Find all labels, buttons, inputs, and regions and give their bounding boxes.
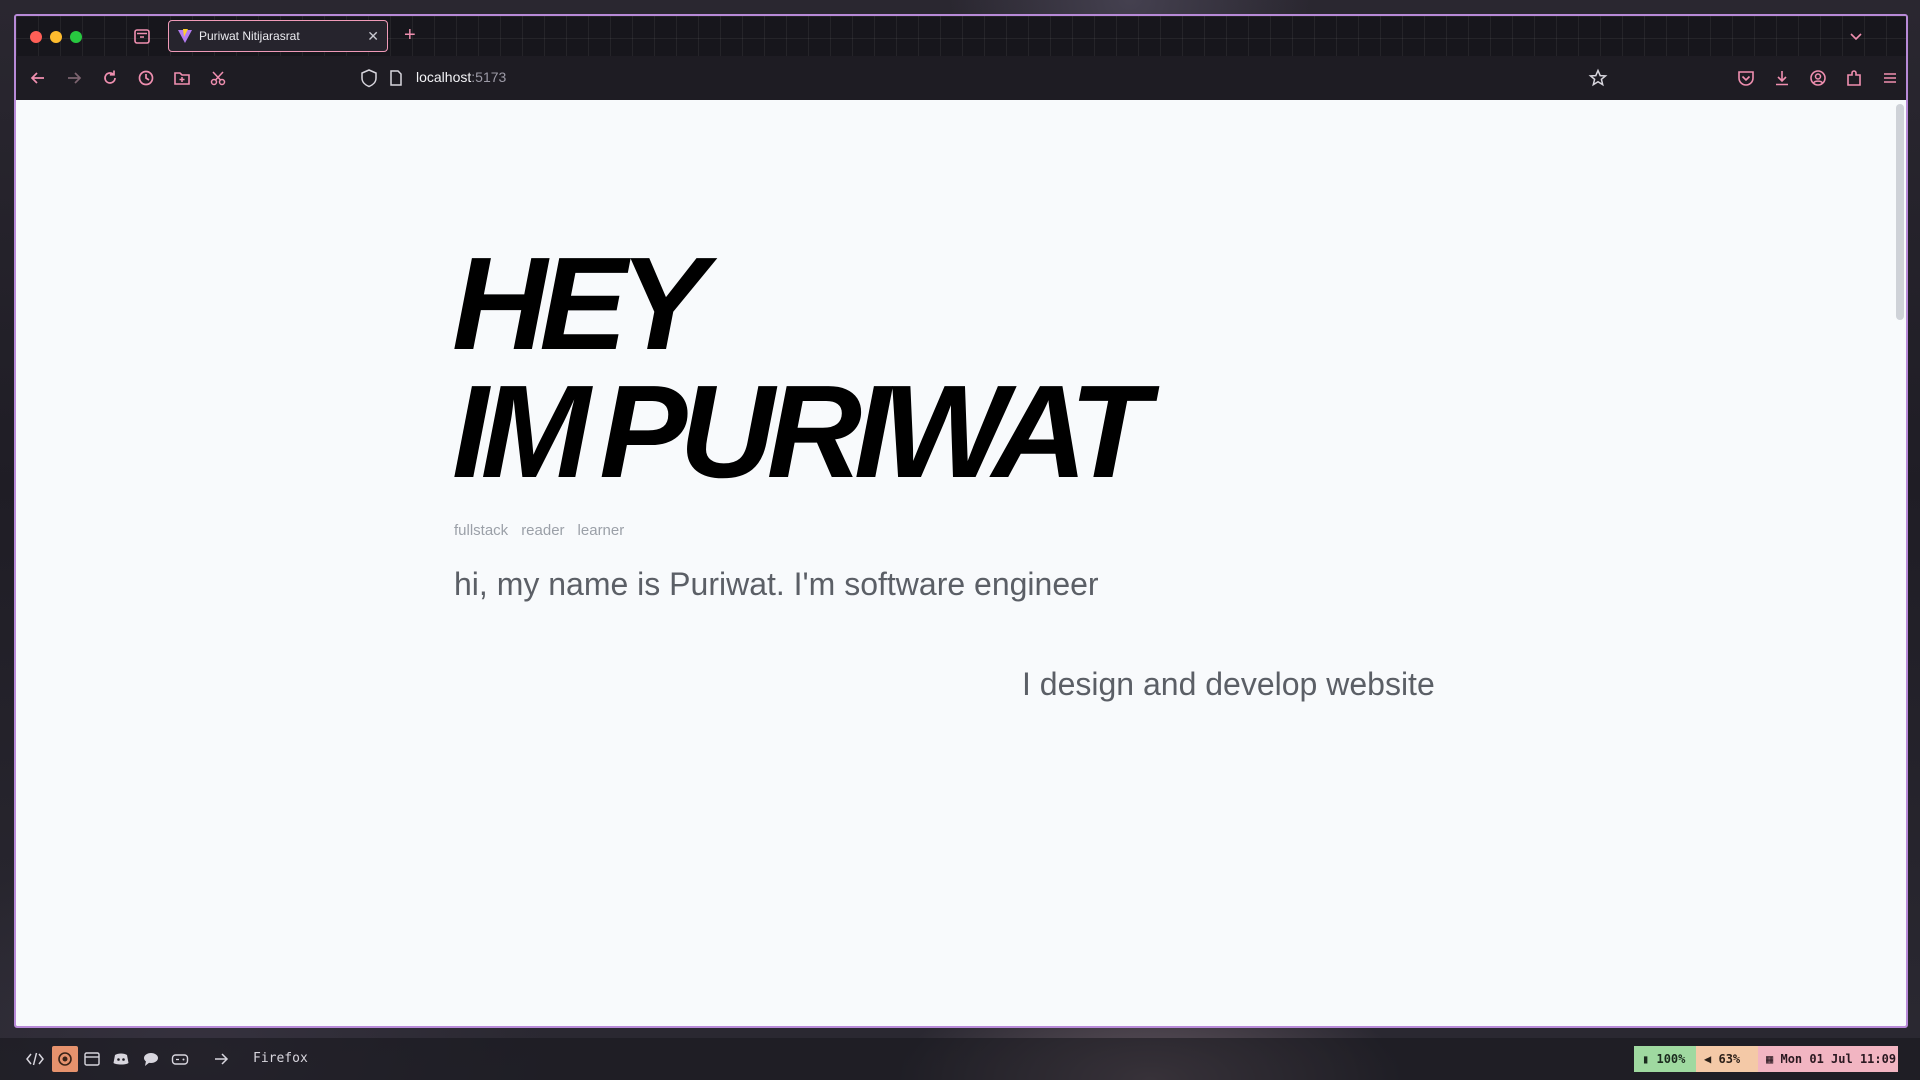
calendar-icon[interactable] — [83, 1051, 101, 1067]
battery-status: ▮ 100% — [1634, 1046, 1696, 1072]
arrow-right-icon — [212, 1051, 230, 1067]
extensions-icon[interactable] — [1844, 68, 1864, 88]
tag-learner: learner — [577, 522, 625, 539]
code-icon[interactable] — [26, 1051, 44, 1067]
new-tab-button[interactable]: + — [404, 24, 416, 46]
download-icon[interactable] — [1772, 68, 1792, 88]
page-content: HEY IM PURIWAT fullstack reader learner hi… — [16, 100, 1906, 1026]
url-bar[interactable]: localhost:5173 — [416, 69, 506, 85]
tab-manager-icon[interactable] — [132, 26, 152, 46]
discord-icon[interactable] — [112, 1051, 130, 1067]
pocket-icon[interactable] — [1736, 68, 1756, 88]
battery-icon: ▮ — [1642, 1052, 1650, 1066]
maximize-window-button[interactable] — [70, 31, 82, 43]
reload-icon[interactable] — [100, 68, 120, 88]
forward-icon[interactable] — [64, 68, 84, 88]
back-icon[interactable] — [28, 68, 48, 88]
taskbar: Firefox ▮ 100% ◀ 63% ▦ Mon 01 Jul 11:09 — [0, 1038, 1920, 1080]
volume-status[interactable]: ◀ 63% — [1696, 1046, 1758, 1072]
scrollbar[interactable] — [1896, 104, 1904, 320]
navigation-toolbar: localhost:5173 — [16, 56, 1906, 100]
volume-value: 63% — [1718, 1052, 1741, 1066]
intro-text: hi, my name is Puriwat. I'm software eng… — [454, 566, 1099, 602]
url-port: :5173 — [471, 69, 507, 85]
menu-icon[interactable] — [1880, 68, 1900, 88]
screenshot-icon[interactable] — [208, 68, 228, 88]
clock-status[interactable]: ▦ Mon 01 Jul 11:09 — [1758, 1046, 1898, 1072]
hero-line-hey: HEY — [452, 230, 707, 377]
folder-icon[interactable] — [172, 68, 192, 88]
tab-active[interactable]: Puriwat Nitijarasrat ✕ — [168, 20, 388, 52]
calendar-small-icon: ▦ — [1766, 1052, 1774, 1066]
tag-reader: reader — [521, 522, 565, 539]
active-app-name: Firefox — [253, 1051, 308, 1066]
minimize-window-button[interactable] — [50, 31, 62, 43]
tab-title: Puriwat Nitijarasrat — [199, 29, 300, 43]
chat-icon[interactable] — [142, 1051, 160, 1067]
tab-bar: Puriwat Nitijarasrat ✕ + — [16, 16, 1906, 56]
vite-logo-icon — [177, 28, 193, 44]
url-host: localhost — [416, 69, 472, 85]
bookmark-star-icon[interactable] — [1588, 68, 1608, 88]
chevron-down-icon[interactable] — [1848, 28, 1864, 44]
browser-window: Puriwat Nitijarasrat ✕ + localhost:5173 … — [14, 14, 1908, 1028]
tab-close-icon[interactable]: ✕ — [367, 27, 379, 45]
page-info-icon[interactable] — [388, 68, 404, 88]
role-tags: fullstack reader learner — [454, 522, 637, 539]
tag-fullstack: fullstack — [454, 522, 509, 539]
account-icon[interactable] — [1808, 68, 1828, 88]
clock-value: Mon 01 Jul 11:09 — [1780, 1052, 1897, 1066]
close-window-button[interactable] — [30, 31, 42, 43]
gamepad-icon[interactable] — [171, 1051, 189, 1067]
hero-heading: HEY IM PURIWAT — [452, 230, 1150, 505]
hero-line-name: IM PURIWAT — [452, 358, 1150, 505]
tracking-protection-icon[interactable] — [360, 68, 378, 88]
volume-icon: ◀ — [1704, 1052, 1712, 1066]
history-icon[interactable] — [136, 68, 156, 88]
design-text: I design and develop website — [1022, 666, 1435, 702]
battery-value: 100% — [1656, 1052, 1686, 1066]
firefox-icon[interactable] — [56, 1051, 74, 1067]
